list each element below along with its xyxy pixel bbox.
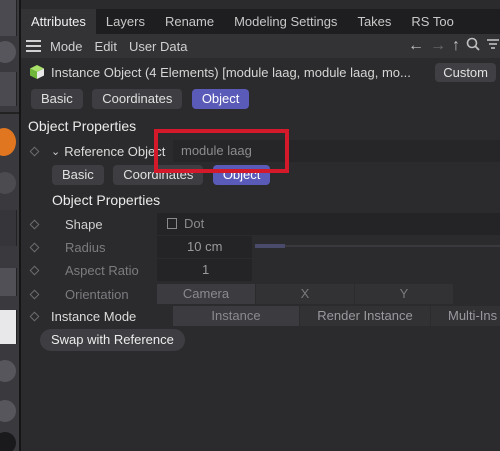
- instance-object-icon: [30, 65, 44, 79]
- search-icon[interactable]: [466, 37, 480, 56]
- tab-rename[interactable]: Rename: [155, 9, 224, 34]
- object-title: Instance Object (4 Elements) [module laa…: [51, 64, 411, 80]
- filter-icon[interactable]: [486, 37, 500, 56]
- tab-coordinates[interactable]: Coordinates: [92, 89, 183, 109]
- tab-rs-tools[interactable]: RS Too: [401, 9, 463, 34]
- tab-modeling-settings[interactable]: Modeling Settings: [224, 9, 347, 34]
- tab-takes[interactable]: Takes: [347, 9, 401, 34]
- nav-icons: ← → ↑: [408, 34, 500, 58]
- circle-tool-icon-2[interactable]: [0, 400, 16, 422]
- keyframe-diamond-icon[interactable]: [29, 265, 40, 275]
- shape-row: Shape: [29, 213, 103, 235]
- keyframe-diamond-icon[interactable]: [29, 219, 40, 229]
- menu-mode[interactable]: Mode: [50, 39, 83, 54]
- arrow-left-icon[interactable]: ←: [408, 37, 424, 55]
- attribute-tabs: Basic Coordinates Object: [31, 89, 254, 109]
- radius-label: Radius: [65, 239, 106, 255]
- circle-tool-icon[interactable]: [0, 360, 16, 382]
- inner-section-title: Object Properties: [52, 192, 161, 208]
- keyframe-diamond-icon[interactable]: [29, 242, 40, 252]
- sphere-tool-icon[interactable]: [0, 41, 16, 63]
- left-toolbar: [0, 0, 19, 451]
- instance-mode-option-render-instance[interactable]: Render Instance: [300, 306, 430, 326]
- inner-tab-basic[interactable]: Basic: [52, 165, 104, 185]
- shape-value: Dot: [184, 216, 205, 231]
- orientation-option-camera[interactable]: Camera: [157, 284, 255, 304]
- panel-tabs: Attributes Layers Rename Modeling Settin…: [21, 9, 500, 34]
- instance-mode-label: Instance Mode: [51, 308, 137, 324]
- circle-tool-icon-3[interactable]: [0, 432, 16, 451]
- keyframe-diamond-icon[interactable]: [29, 311, 40, 321]
- radius-row: Radius: [29, 236, 106, 258]
- shape-field[interactable]: Dot: [157, 213, 500, 235]
- menu-edit[interactable]: Edit: [95, 39, 117, 54]
- radius-slider[interactable]: [255, 244, 285, 248]
- menu-bar: Mode Edit User Data ← → ↑: [21, 34, 500, 58]
- download-tool-icon[interactable]: [0, 310, 17, 344]
- instance-mode-option-multi-instance[interactable]: Multi-Ins: [431, 306, 500, 326]
- tab-layers[interactable]: Layers: [96, 9, 155, 34]
- swap-with-reference-button[interactable]: Swap with Reference: [40, 329, 185, 351]
- instance-mode-option-instance[interactable]: Instance: [173, 306, 299, 326]
- box-tool-icon[interactable]: [0, 268, 17, 296]
- aspect-ratio-field[interactable]: 1: [157, 259, 252, 281]
- orientation-option-x[interactable]: X: [256, 284, 354, 304]
- shape-label: Shape: [65, 216, 103, 232]
- arrow-up-icon[interactable]: ↑: [452, 37, 460, 55]
- toolbar-separator: [0, 112, 19, 114]
- object-header: Instance Object (4 Elements) [module laa…: [21, 60, 500, 84]
- orientation-row: Orientation: [29, 283, 129, 305]
- reference-object-label: Reference Object: [64, 143, 166, 159]
- section-title: Object Properties: [28, 118, 137, 134]
- orange-tool-icon[interactable]: [0, 128, 16, 156]
- tab-object[interactable]: Object: [191, 89, 250, 109]
- menu-user-data[interactable]: User Data: [129, 39, 188, 54]
- highlight-annotation-box: [154, 129, 289, 173]
- shape-icon: [167, 218, 177, 229]
- radius-slider-track[interactable]: [285, 245, 500, 247]
- orientation-option-y[interactable]: Y: [355, 284, 453, 304]
- move-tool-icon[interactable]: [0, 72, 17, 106]
- keyframe-diamond-icon[interactable]: [29, 146, 40, 156]
- attributes-panel: Attributes Layers Rename Modeling Settin…: [21, 0, 500, 451]
- tab-attributes[interactable]: Attributes: [21, 9, 96, 34]
- expand-chevron-icon[interactable]: ⌄: [51, 145, 60, 158]
- reference-object-row: ⌄ Reference Object: [29, 140, 166, 162]
- arrows-tool-icon[interactable]: [0, 210, 17, 246]
- dots-tool-icon[interactable]: [0, 172, 16, 194]
- aspect-ratio-label: Aspect Ratio: [65, 262, 139, 278]
- hamburger-menu-icon[interactable]: [26, 40, 42, 52]
- keyframe-diamond-icon[interactable]: [29, 289, 40, 299]
- radius-field[interactable]: 10 cm: [157, 236, 252, 258]
- grid-tool-icon[interactable]: [0, 0, 17, 36]
- orientation-label: Orientation: [65, 286, 129, 302]
- arrow-right-icon[interactable]: →: [430, 37, 446, 55]
- instance-mode-row: Instance Mode: [29, 305, 137, 327]
- aspect-ratio-row: Aspect Ratio: [29, 259, 139, 281]
- custom-dropdown[interactable]: Custom: [435, 63, 496, 82]
- tab-basic[interactable]: Basic: [31, 89, 83, 109]
